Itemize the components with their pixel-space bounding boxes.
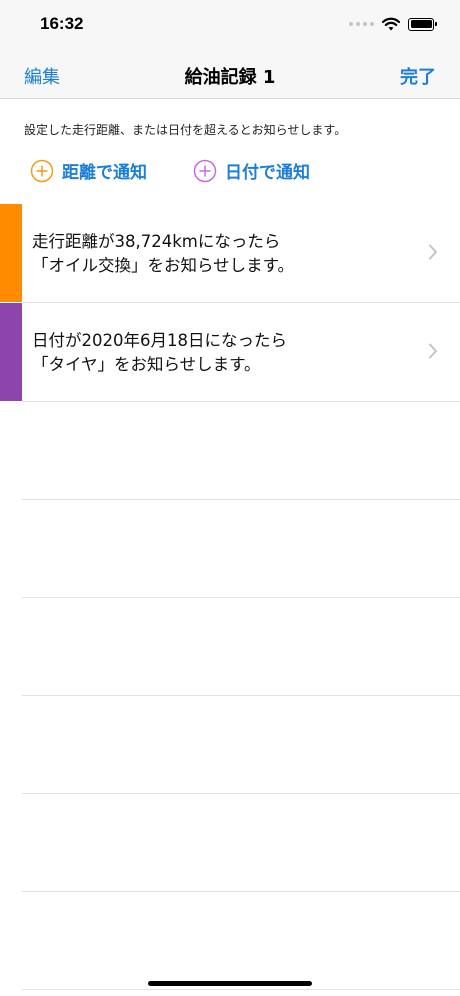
navigation-bar: 編集 給油記録 1 完了 — [0, 50, 460, 99]
battery-icon — [408, 17, 437, 31]
status-time: 16:32 — [40, 14, 84, 33]
page-title: 給油記録 1 — [184, 67, 276, 88]
notification-row-distance[interactable]: 走行距離が38,724kmになったら 「オイル交換」をお知らせします。 — [0, 204, 460, 303]
description-text: 設定した走行距離、または日付を超えるとお知らせします。 — [24, 123, 347, 137]
home-indicator[interactable] — [148, 981, 312, 986]
distance-color-bar — [0, 204, 22, 302]
notification-text: 走行距離が38,724kmになったら 「オイル交換」をお知らせします。 — [32, 230, 294, 278]
chevron-right-icon — [429, 343, 437, 359]
add-circle-icon — [193, 159, 217, 182]
empty-row — [22, 598, 460, 696]
cellular-signal-icon — [349, 22, 374, 26]
add-date-label: 日付で通知 — [225, 163, 310, 183]
done-button[interactable]: 完了 — [400, 63, 436, 89]
notification-line-1: 日付が2020年6月18日になったら — [32, 331, 287, 350]
status-bar: 16:32 — [0, 0, 460, 50]
notification-line-2: 「オイル交換」をお知らせします。 — [32, 256, 295, 275]
add-distance-label: 距離で通知 — [62, 163, 147, 183]
notification-line-1: 走行距離が38,724kmになったら — [32, 232, 281, 251]
empty-row — [22, 696, 460, 794]
add-date-notification-button[interactable]: 日付で通知 — [193, 158, 310, 183]
empty-row — [22, 794, 460, 892]
notification-line-2: 「タイヤ」をお知らせします。 — [32, 355, 261, 374]
add-distance-notification-button[interactable]: 距離で通知 — [30, 158, 147, 183]
empty-row — [22, 892, 460, 990]
date-color-bar — [0, 303, 22, 401]
notification-list: 走行距離が38,724kmになったら 「オイル交換」をお知らせします。 日付が2… — [0, 204, 460, 990]
empty-row — [22, 500, 460, 598]
notification-text: 日付が2020年6月18日になったら 「タイヤ」をお知らせします。 — [32, 329, 287, 377]
chevron-right-icon — [429, 244, 437, 260]
empty-row — [22, 402, 460, 500]
wifi-icon — [382, 17, 400, 31]
notification-row-date[interactable]: 日付が2020年6月18日になったら 「タイヤ」をお知らせします。 — [0, 303, 460, 402]
status-icons — [349, 16, 437, 32]
add-notification-actions: 距離で通知 日付で通知 — [0, 158, 460, 188]
add-circle-icon — [30, 159, 54, 182]
